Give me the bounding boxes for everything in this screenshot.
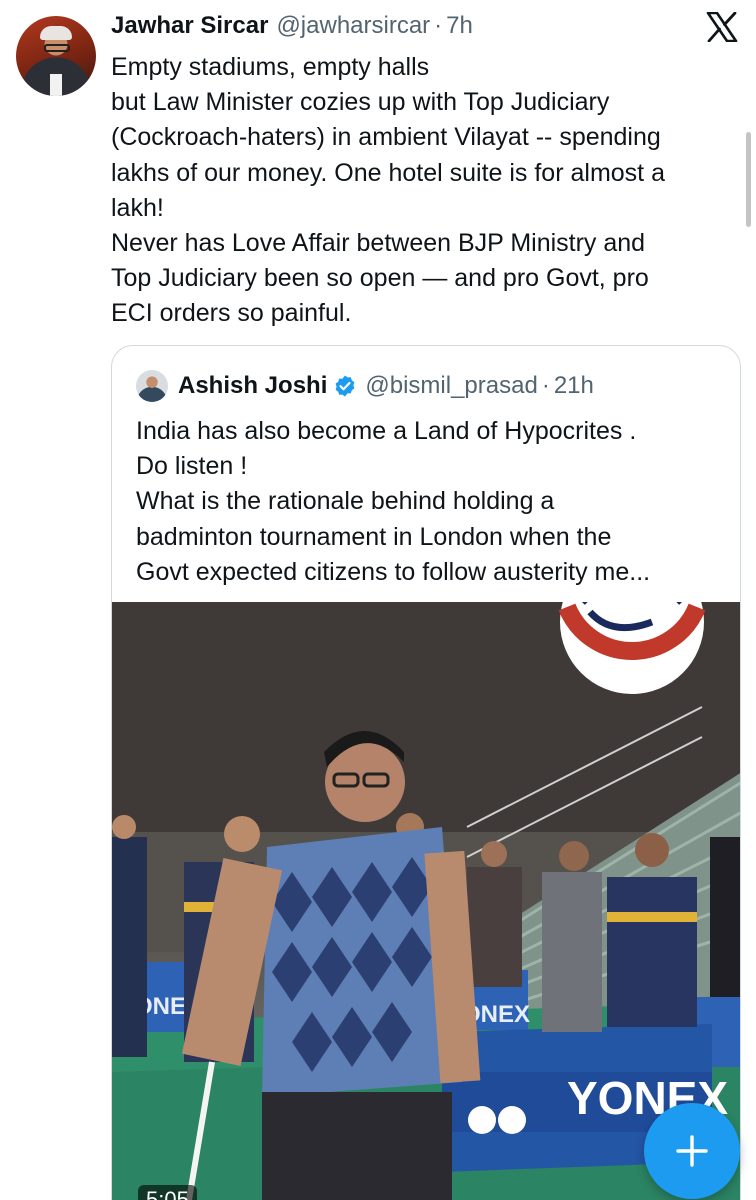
tweet-text-line: ECI orders so painful.: [111, 299, 352, 328]
quoted-header-separator: ·: [541, 372, 550, 399]
tweet-text-line: Top Judiciary been so open — and pro Gov…: [111, 264, 649, 293]
quoted-text-line: Govt expected citizens to follow austeri…: [136, 557, 651, 586]
quoted-author-avatar[interactable]: [136, 370, 168, 402]
quoted-author-handle[interactable]: @bismil_prasad: [365, 372, 537, 400]
tweet-text-line: Never has Love Affair between BJP Minist…: [111, 229, 646, 258]
avatar-shirt: [50, 74, 62, 96]
tweet-text-line: Empty stadiums, empty halls: [111, 53, 430, 81]
compose-button[interactable]: [644, 1103, 740, 1199]
tweet-text-line: but Law Minister cozies up with Top Judi…: [111, 88, 610, 117]
tweet[interactable]: Jawhar Sircar @jawharsircar · 7h Empty s…: [0, 0, 756, 1200]
tweet-text-line: lakh!: [111, 193, 164, 222]
scrollbar-thumb[interactable]: [746, 132, 751, 227]
quoted-text-line: Do listen !: [136, 452, 248, 481]
verified-badge-icon: [335, 375, 355, 397]
video-player[interactable]: YONEX ONE ONEX 5:05: [112, 602, 740, 1200]
author-handle[interactable]: @jawharsircar: [276, 12, 430, 40]
quoted-tweet-header: Ashish Joshi @bismil_prasad · 21h: [136, 368, 594, 404]
x-logo-icon: [706, 12, 738, 42]
quoted-tweet-text: India has also become a Land of Hypocrit…: [136, 414, 726, 590]
author-name[interactable]: Jawhar Sircar: [111, 12, 268, 40]
author-avatar[interactable]: [16, 16, 96, 96]
plus-icon: [676, 1135, 708, 1167]
header-separator: ·: [434, 12, 443, 39]
quoted-tweet-time[interactable]: 21h: [554, 372, 594, 400]
tweet-header: Jawhar Sircar @jawharsircar · 7h: [111, 12, 473, 44]
quoted-author-name[interactable]: Ashish Joshi: [178, 372, 327, 400]
video-frame: YONEX ONE ONEX: [112, 602, 740, 1200]
tweet-text: Empty stadiums, empty halls but Law Mini…: [111, 50, 741, 332]
quoted-text-line: India has also become a Land of Hypocrit…: [136, 417, 637, 445]
avatar-hair: [40, 26, 72, 40]
avatar-glasses: [44, 44, 70, 52]
quoted-text-line: What is the rationale behind holding a: [136, 487, 555, 516]
tweet-text-line: (Cockroach-haters) in ambient Vilayat --…: [111, 123, 661, 152]
quoted-tweet[interactable]: Ashish Joshi @bismil_prasad · 21h India …: [111, 345, 741, 1200]
video-duration: 5:05: [138, 1185, 197, 1200]
tweet-text-line: lakhs of our money. One hotel suite is f…: [111, 158, 665, 187]
tweet-time[interactable]: 7h: [446, 12, 473, 40]
quoted-text-line: badminton tournament in London when the: [136, 522, 612, 551]
